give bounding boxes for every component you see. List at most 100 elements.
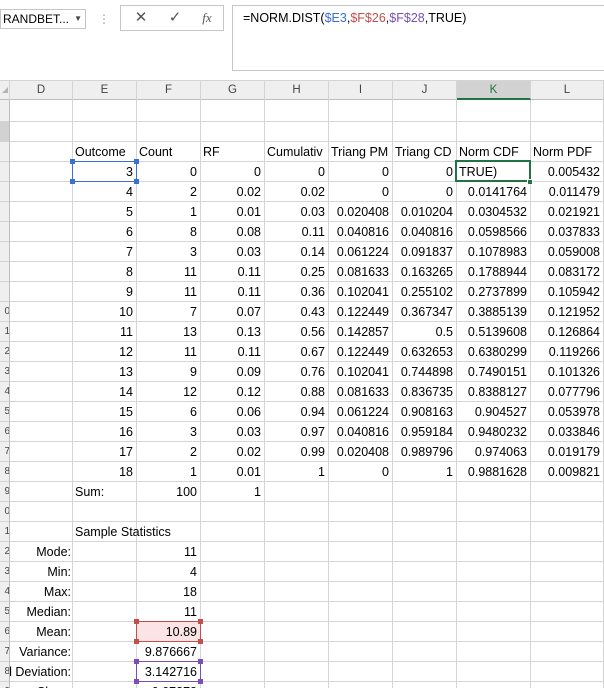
cell-norm-pdf[interactable]: 0.119266 <box>531 342 603 362</box>
resize-handle[interactable] <box>70 179 75 184</box>
cell-triang-cd[interactable]: 0.836735 <box>393 382 456 402</box>
cell-outcome[interactable]: 6 <box>73 222 136 242</box>
row-header[interactable]: 9 <box>0 482 9 502</box>
stats-label[interactable]: Variance: <box>10 642 74 662</box>
cell-triang-cd[interactable]: 0.010204 <box>393 202 456 222</box>
row-header[interactable] <box>0 142 9 162</box>
cell-rf[interactable]: 0.07 <box>201 302 264 322</box>
cell-cumulative[interactable]: 0.99 <box>265 442 328 462</box>
cell-outcome[interactable]: 18 <box>73 462 136 482</box>
cell-cumulative[interactable]: 0.36 <box>265 282 328 302</box>
cell-cumulative[interactable]: 0.76 <box>265 362 328 382</box>
column-header-f[interactable]: F <box>137 81 201 100</box>
cell-triang-pm[interactable]: 0.020408 <box>329 202 392 222</box>
column-header-i[interactable]: I <box>329 81 393 100</box>
cell-cumulative[interactable]: 0.67 <box>265 342 328 362</box>
cell-rf[interactable]: 0.01 <box>201 462 264 482</box>
column-header-k[interactable]: K <box>457 81 531 100</box>
column-header-l[interactable]: L <box>531 81 604 100</box>
header-triang-pm[interactable]: Triang PM <box>329 142 392 162</box>
cell-triang-pm[interactable]: 0 <box>329 462 392 482</box>
cell-triang-cd[interactable]: 0.091837 <box>393 242 456 262</box>
cell-triang-cd[interactable]: 0.908163 <box>393 402 456 422</box>
cell-outcome[interactable]: 7 <box>73 242 136 262</box>
cell-count[interactable]: 2 <box>137 182 200 202</box>
name-box[interactable]: RANDBET... ▼ <box>0 9 86 29</box>
cell-cumulative[interactable]: 0.25 <box>265 262 328 282</box>
stats-value[interactable]: 18 <box>137 582 200 602</box>
cell-count[interactable]: 1 <box>137 462 200 482</box>
row-header[interactable]: 3 <box>0 362 9 382</box>
fill-handle[interactable] <box>527 179 533 185</box>
cell-norm-pdf[interactable]: 0.037833 <box>531 222 603 242</box>
cell-outcome[interactable]: 8 <box>73 262 136 282</box>
header-norm-pdf[interactable]: Norm PDF <box>531 142 603 162</box>
cell-norm-pdf[interactable]: 0.021921 <box>531 202 603 222</box>
cell-outcome[interactable]: 4 <box>73 182 136 202</box>
cell-cumulative[interactable]: 0.56 <box>265 322 328 342</box>
row-header[interactable]: 4 <box>0 582 9 602</box>
cell-triang-pm[interactable]: 0.142857 <box>329 322 392 342</box>
row-header[interactable]: 8 <box>0 462 9 482</box>
cell-rf[interactable]: 0.02 <box>201 182 264 202</box>
row-header[interactable]: 0 <box>0 502 9 522</box>
cell-rf[interactable]: 0.13 <box>201 322 264 342</box>
cell-norm-cdf[interactable]: 0.7490151 <box>457 362 530 382</box>
cell-outcome[interactable]: 5 <box>73 202 136 222</box>
resize-handle[interactable] <box>198 639 203 644</box>
cell-triang-pm[interactable]: 0.061224 <box>329 402 392 422</box>
cell-norm-cdf[interactable]: 0.3885139 <box>457 302 530 322</box>
cell-triang-cd[interactable]: 0.5 <box>393 322 456 342</box>
stats-label[interactable]: Mode: <box>10 542 74 562</box>
cell-cumulative[interactable]: 0.88 <box>265 382 328 402</box>
cell-triang-cd[interactable]: 0.632653 <box>393 342 456 362</box>
cell-triang-pm[interactable]: 0.081633 <box>329 262 392 282</box>
cell-norm-cdf[interactable]: 0.904527 <box>457 402 530 422</box>
row-header[interactable]: 0 <box>0 302 9 322</box>
resize-handle[interactable] <box>198 659 203 664</box>
cell-triang-cd[interactable]: 0.255102 <box>393 282 456 302</box>
resize-handle[interactable] <box>134 619 139 624</box>
cell-count[interactable]: 6 <box>137 402 200 422</box>
row-header[interactable] <box>0 182 9 202</box>
cell-norm-cdf[interactable]: 0.1788944 <box>457 262 530 282</box>
cell-triang-pm[interactable]: 0.081633 <box>329 382 392 402</box>
row-header[interactable] <box>0 282 9 302</box>
row-header[interactable] <box>0 202 9 222</box>
cell-rf[interactable]: 0.08 <box>201 222 264 242</box>
cell-rf[interactable]: 0.03 <box>201 242 264 262</box>
row-header[interactable] <box>0 122 9 142</box>
cell-norm-cdf[interactable]: 0.0141764 <box>457 182 530 202</box>
cancel-icon[interactable]: ✕ <box>127 8 155 28</box>
cell-rf[interactable]: 0.01 <box>201 202 264 222</box>
resize-handle[interactable] <box>70 159 75 164</box>
cell-rf[interactable]: 0.11 <box>201 282 264 302</box>
cell-triang-pm[interactable]: 0.040816 <box>329 422 392 442</box>
stats-value[interactable]: -0.07378 <box>137 682 200 688</box>
cell-triang-pm[interactable]: 0 <box>329 162 392 182</box>
cell-rf[interactable]: 0.12 <box>201 382 264 402</box>
cell-outcome[interactable]: 14 <box>73 382 136 402</box>
cell-cumulative[interactable]: 0.03 <box>265 202 328 222</box>
formula-input[interactable]: =NORM.DIST($E3,$F$26,$F$28,TRUE) <box>232 5 604 71</box>
stats-value[interactable]: 4 <box>137 562 200 582</box>
cell-rf[interactable]: 0.09 <box>201 362 264 382</box>
column-header-j[interactable]: J <box>393 81 457 100</box>
header-triang-cd[interactable]: Triang CD <box>393 142 456 162</box>
cell-cumulative[interactable]: 0.02 <box>265 182 328 202</box>
cell-outcome[interactable]: 12 <box>73 342 136 362</box>
cell-outcome[interactable]: 10 <box>73 302 136 322</box>
header-rf[interactable]: RF <box>201 142 264 162</box>
sum-count[interactable]: 100 <box>137 482 200 502</box>
cell-count[interactable]: 2 <box>137 442 200 462</box>
row-header[interactable] <box>0 242 9 262</box>
cell-triang-pm[interactable]: 0.102041 <box>329 362 392 382</box>
cell-count[interactable]: 12 <box>137 382 200 402</box>
cell-triang-pm[interactable]: 0.020408 <box>329 442 392 462</box>
row-header[interactable]: 6 <box>0 422 9 442</box>
cell-count[interactable]: 8 <box>137 222 200 242</box>
cell-norm-pdf[interactable]: 0.053978 <box>531 402 603 422</box>
cell-rf[interactable]: 0.06 <box>201 402 264 422</box>
cell-norm-pdf[interactable]: 0.009821 <box>531 462 603 482</box>
row-header[interactable]: 2 <box>0 342 9 362</box>
